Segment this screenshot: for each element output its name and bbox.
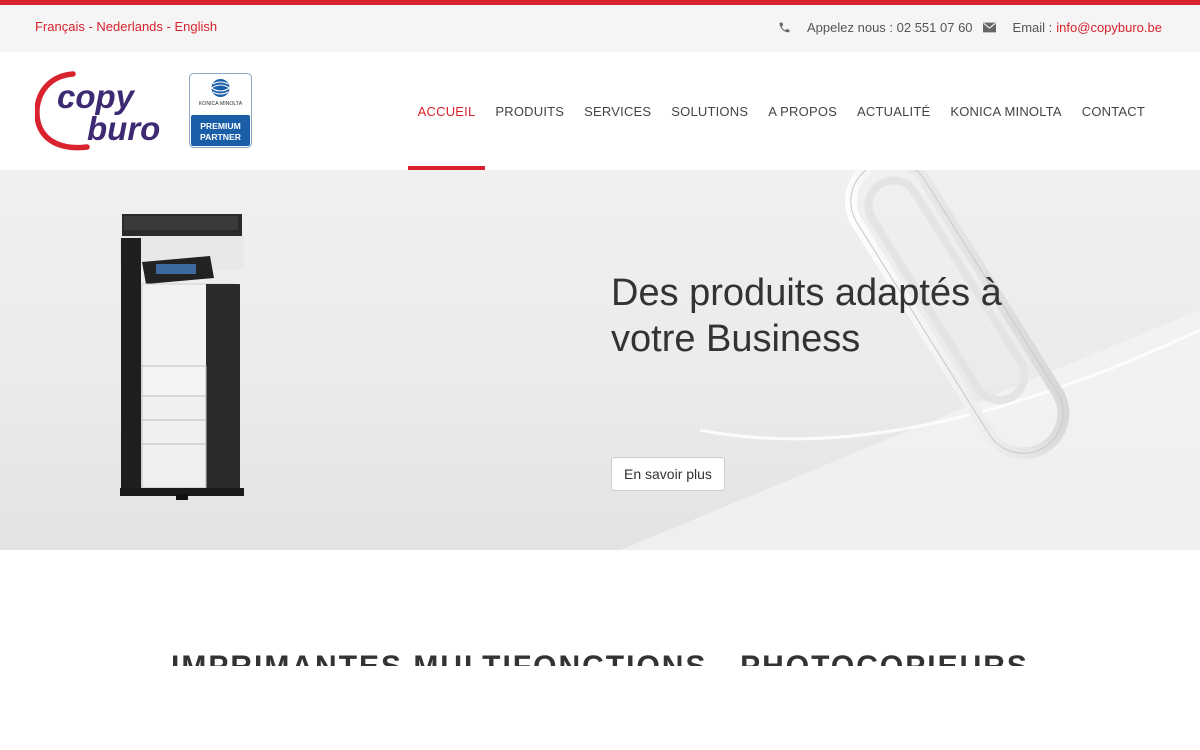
top-bar: Français - Nederlands - English Appelez … — [0, 5, 1200, 52]
nav-item-produits[interactable]: PRODUITS — [495, 52, 564, 170]
konica-minolta-partner-badge: KONICA MINOLTA PREMIUM PARTNER — [189, 73, 252, 148]
section-heading: IMPRIMANTES MULTIFONCTIONS - PHOTOCOPIEU… — [0, 652, 1200, 666]
partner-brand-text: KONICA MINOLTA — [199, 101, 243, 107]
logo-text-buro: buro — [87, 110, 160, 147]
lang-separator: - — [84, 19, 97, 34]
partner-premium-text: PREMIUM — [200, 121, 241, 131]
envelope-icon — [983, 21, 997, 35]
section-heading-text: IMPRIMANTES MULTIFONCTIONS - PHOTOCOPIEU… — [171, 652, 1029, 666]
hero-slider: Des produits adaptés à votre Business En… — [0, 170, 1200, 550]
nav-item-actualite[interactable]: ACTUALITÉ — [857, 52, 930, 170]
email-label: Email : — [1012, 20, 1053, 35]
main-nav: ACCUEIL PRODUITS SERVICES SOLUTIONS A PR… — [398, 52, 1145, 170]
hero-title: Des produits adaptés à votre Business — [611, 272, 1002, 360]
lang-dutch-link[interactable]: Nederlands — [96, 19, 163, 34]
lang-french-link[interactable]: Français — [35, 19, 85, 34]
nav-item-services[interactable]: SERVICES — [584, 52, 651, 170]
site-header: copy buro KONICA MINOLTA PREMIUM PARTNER… — [0, 52, 1200, 170]
email-link[interactable]: info@copyburo.be — [1056, 20, 1162, 35]
language-switcher: Français - Nederlands - English — [35, 19, 217, 34]
contact-info: Appelez nous : 02 551 07 60 Email : info… — [777, 20, 1162, 35]
nav-item-contact[interactable]: CONTACT — [1082, 52, 1145, 170]
phone-icon — [777, 21, 791, 35]
phone-number[interactable]: Appelez nous : 02 551 07 60 — [807, 20, 973, 35]
nav-item-konica-minolta[interactable]: KONICA MINOLTA — [950, 52, 1061, 170]
nav-item-a-propos[interactable]: A PROPOS — [768, 52, 837, 170]
partner-partner-text: PARTNER — [200, 132, 242, 142]
copyburo-logo[interactable]: copy buro — [35, 70, 175, 152]
lang-english-link[interactable]: English — [174, 19, 217, 34]
nav-item-accueil[interactable]: ACCUEIL — [407, 52, 486, 170]
multifunction-printer-image — [120, 214, 244, 500]
en-savoir-plus-button[interactable]: En savoir plus — [611, 457, 725, 491]
nav-item-solutions[interactable]: SOLUTIONS — [671, 52, 748, 170]
lang-separator: - — [162, 19, 175, 34]
